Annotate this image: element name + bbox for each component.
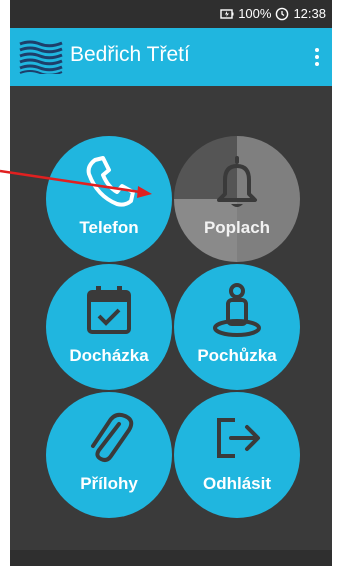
page-title: Bedřich Třetí	[70, 43, 190, 66]
battery-percentage: 100%	[238, 6, 272, 21]
status-bar: 100% 12:38	[10, 0, 332, 28]
battery-charging-icon	[220, 8, 234, 19]
phone-icon	[86, 156, 135, 207]
pochuzka-button[interactable]: Pochůzka	[174, 264, 300, 390]
status-time: 12:38	[293, 6, 326, 21]
calendar-check-icon	[87, 286, 131, 334]
dochazka-label: Docházka	[69, 346, 149, 365]
prilohy-label: Přílohy	[80, 474, 138, 493]
company-logo	[18, 40, 64, 74]
dochazka-button[interactable]: Docházka	[46, 264, 172, 390]
clock-icon	[276, 7, 289, 20]
telefon-button[interactable]: Telefon	[46, 136, 172, 262]
bell-icon	[217, 156, 257, 207]
status-icons: 100% 12:38	[220, 6, 326, 21]
telefon-label: Telefon	[79, 218, 139, 237]
logout-icon	[217, 418, 260, 458]
prilohy-button[interactable]: Přílohy	[46, 392, 172, 518]
app-toolbar: Bedřich Třetí	[10, 28, 332, 86]
poplach-label: Poplach	[203, 218, 271, 237]
phone-screen: 100% 12:38 Bedřich Třetí Telefon Poplach…	[10, 0, 332, 566]
pochuzka-label: Pochůzka	[197, 346, 277, 365]
odhlasit-button[interactable]: Odhlásit	[174, 392, 300, 518]
odhlasit-label: Odhlásit	[202, 474, 271, 493]
paperclip-icon	[91, 412, 134, 462]
person-location-icon	[213, 283, 261, 337]
poplach-button[interactable]: Poplach	[174, 136, 300, 262]
bottom-bar	[10, 550, 332, 566]
more-vert-icon[interactable]	[312, 46, 322, 68]
